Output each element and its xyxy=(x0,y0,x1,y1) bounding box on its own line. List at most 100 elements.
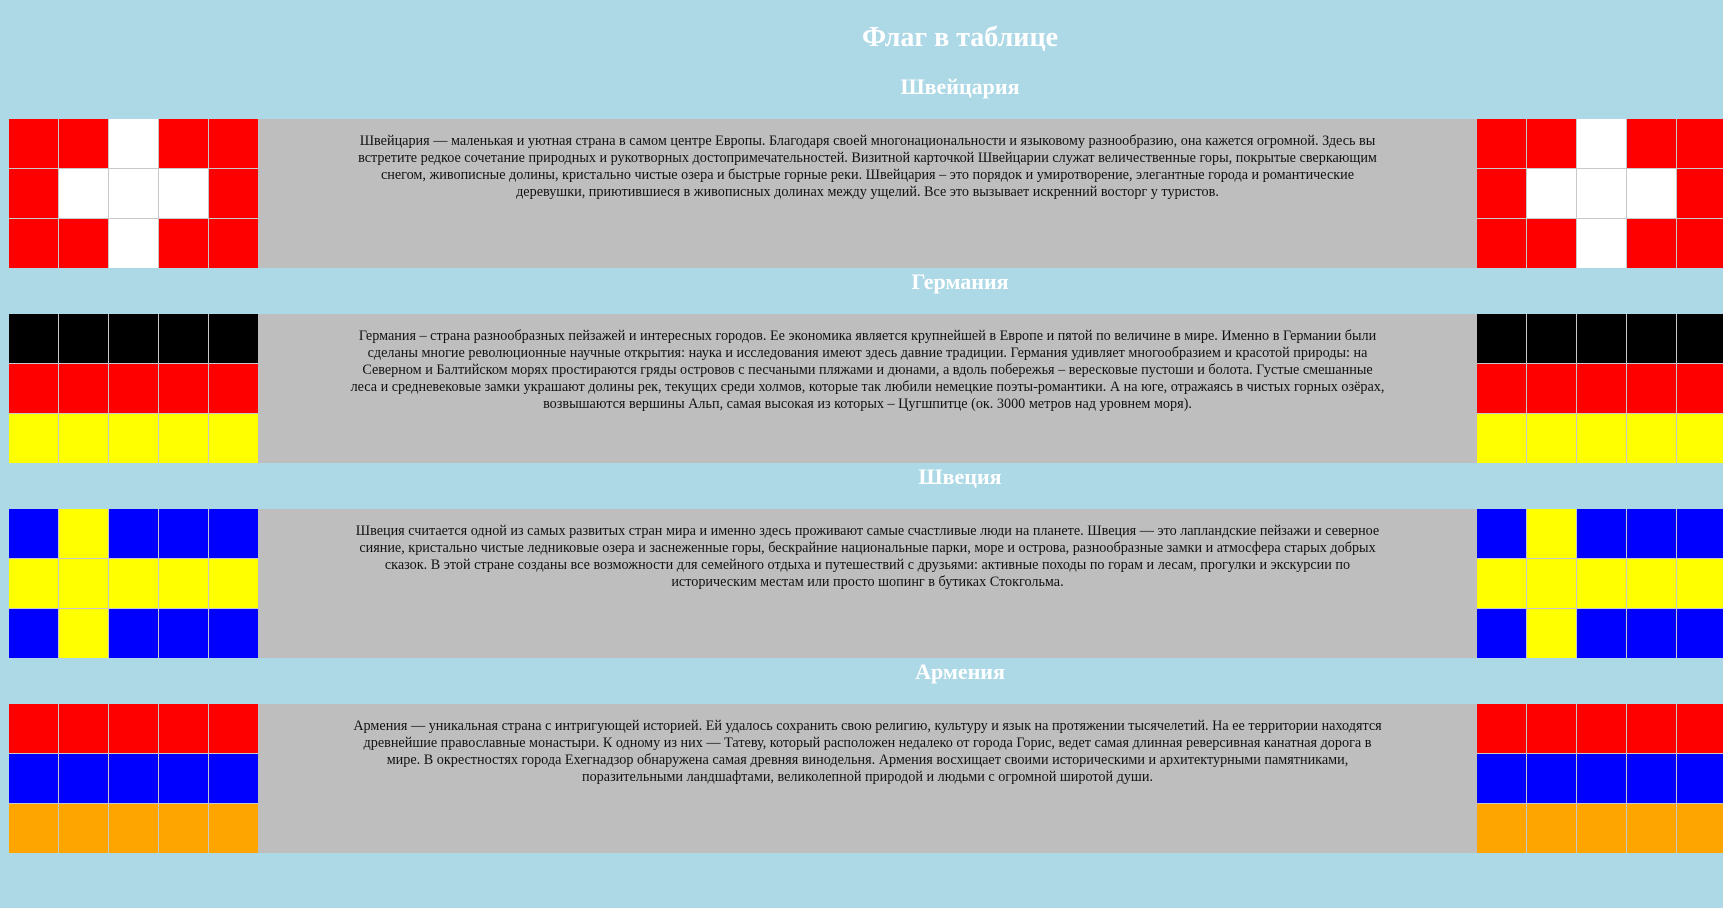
flag-cell xyxy=(59,704,108,753)
flag-cell xyxy=(59,754,108,803)
country-description-armenia: Армения — уникальная страна с интригующе… xyxy=(258,704,1477,853)
flag-cell xyxy=(1577,414,1626,463)
flag-left-switzerland xyxy=(9,119,258,268)
flag-cell xyxy=(1477,364,1526,413)
flag-cell xyxy=(1677,219,1723,268)
flag-cell xyxy=(109,754,158,803)
flag-cell xyxy=(1677,704,1723,753)
flag-cell xyxy=(159,219,208,268)
country-heading-switzerland: Швейцария xyxy=(900,74,1020,99)
flag-cell xyxy=(159,804,208,853)
flag-left-armenia xyxy=(9,704,258,853)
flag-cell xyxy=(59,804,108,853)
flag-cell xyxy=(109,414,158,463)
flag-cell xyxy=(209,364,258,413)
flag-cell xyxy=(1477,559,1526,608)
country-heading-armenia: Армения xyxy=(915,659,1005,684)
flag-cell xyxy=(1577,364,1626,413)
flag-cell xyxy=(1527,314,1576,363)
flag-cell xyxy=(109,314,158,363)
flag-right-armenia xyxy=(1477,704,1723,853)
flag-cell xyxy=(1477,509,1526,558)
flag-cell xyxy=(109,609,158,658)
flag-cell xyxy=(159,704,208,753)
flag-cell xyxy=(59,414,108,463)
flag-cell xyxy=(159,119,208,168)
flag-cell xyxy=(159,364,208,413)
flag-cell xyxy=(209,754,258,803)
flag-cell xyxy=(159,509,208,558)
flag-cell xyxy=(209,559,258,608)
flag-cell xyxy=(109,364,158,413)
country-heading-sweden: Швеция xyxy=(918,464,1002,489)
flag-cell xyxy=(1677,754,1723,803)
flag-cell xyxy=(1677,414,1723,463)
flag-cell xyxy=(1577,314,1626,363)
flag-cell xyxy=(1477,119,1526,168)
flag-cell xyxy=(1527,559,1576,608)
flag-cell xyxy=(209,119,258,168)
flag-cell xyxy=(209,169,258,218)
flag-right-sweden xyxy=(1477,509,1723,658)
flag-cell xyxy=(9,169,58,218)
flag-cell xyxy=(109,219,158,268)
flag-cell xyxy=(1577,754,1626,803)
flag-cell xyxy=(9,704,58,753)
flag-cell xyxy=(9,559,58,608)
page-title: Флаг в таблице xyxy=(862,22,1058,53)
country-description-sweden: Швеция считается одной из самых развитых… xyxy=(258,509,1477,658)
flag-cell xyxy=(1477,169,1526,218)
flag-cell xyxy=(159,314,208,363)
flag-cell xyxy=(1627,364,1676,413)
flag-cell xyxy=(59,559,108,608)
country-row-sweden: Швеция считается одной из самых развитых… xyxy=(9,509,1723,658)
flag-cell xyxy=(109,509,158,558)
flag-cell xyxy=(209,509,258,558)
flag-left-germany xyxy=(9,314,258,463)
flag-cell xyxy=(159,169,208,218)
flag-cell xyxy=(159,754,208,803)
flag-cell xyxy=(1627,119,1676,168)
flag-cell xyxy=(1577,559,1626,608)
country-description-switzerland: Швейцария — маленькая и уютная страна в … xyxy=(258,119,1477,268)
flag-cell xyxy=(1477,219,1526,268)
flag-left-sweden xyxy=(9,509,258,658)
flag-cell xyxy=(1527,119,1576,168)
flag-cell xyxy=(209,804,258,853)
flag-cell xyxy=(1627,704,1676,753)
flag-cell xyxy=(1477,414,1526,463)
flag-cell xyxy=(59,509,108,558)
flag-cell xyxy=(1627,804,1676,853)
flag-cell xyxy=(1577,169,1626,218)
flag-cell xyxy=(109,169,158,218)
flag-cell xyxy=(1627,609,1676,658)
flag-cell xyxy=(59,314,108,363)
flag-cell xyxy=(1577,119,1626,168)
flag-cell xyxy=(209,314,258,363)
flag-cell xyxy=(1527,364,1576,413)
flag-cell xyxy=(9,609,58,658)
flag-right-germany xyxy=(1477,314,1723,463)
flag-cell xyxy=(1677,169,1723,218)
flag-cell xyxy=(1477,314,1526,363)
flag-cell xyxy=(1627,169,1676,218)
flag-cell xyxy=(59,169,108,218)
flag-cell xyxy=(1577,704,1626,753)
flag-cell xyxy=(1627,414,1676,463)
flag-cell xyxy=(159,559,208,608)
flag-cell xyxy=(109,119,158,168)
country-row-armenia: Армения — уникальная страна с интригующе… xyxy=(9,704,1723,853)
flag-cell xyxy=(1577,609,1626,658)
country-heading-germany: Германия xyxy=(911,269,1009,294)
flag-cell xyxy=(1477,804,1526,853)
flag-cell xyxy=(59,219,108,268)
flag-right-switzerland xyxy=(1477,119,1723,268)
flag-cell xyxy=(1527,704,1576,753)
flag-cell xyxy=(209,414,258,463)
flag-cell xyxy=(1577,804,1626,853)
flag-cell xyxy=(1627,559,1676,608)
flag-cell xyxy=(1627,754,1676,803)
flag-cell xyxy=(1527,509,1576,558)
flag-cell xyxy=(1527,754,1576,803)
flag-cell xyxy=(9,804,58,853)
